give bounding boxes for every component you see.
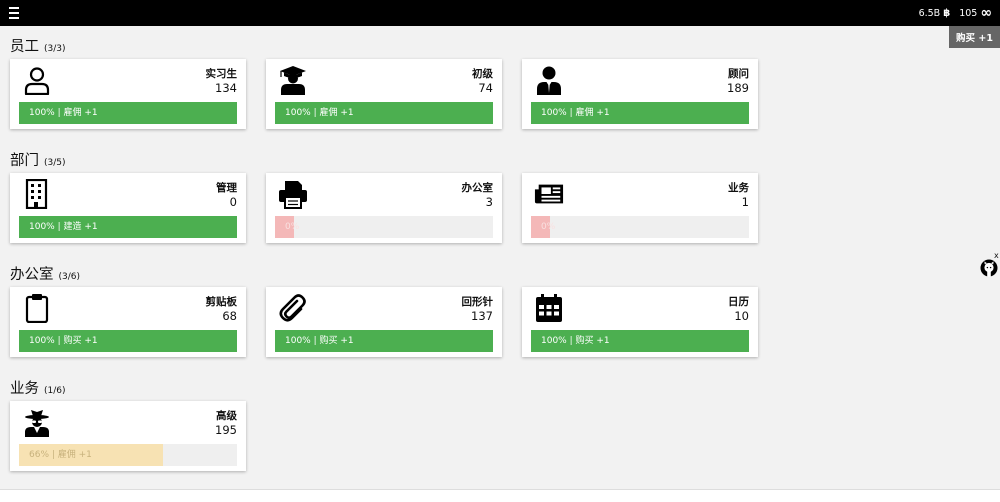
- hire-progress-button[interactable]: 100% | 雇佣 +1: [531, 102, 749, 124]
- card-title: 回形针: [461, 296, 494, 308]
- building-icon: [22, 179, 52, 209]
- person-outline-icon: [22, 65, 52, 95]
- progress-label: 100% | 购买 +1: [541, 336, 610, 346]
- currency-value: 6.5B: [918, 7, 941, 19]
- card-title: 顾问: [728, 68, 749, 80]
- card-title: 办公室: [461, 182, 494, 194]
- businessman-icon: [534, 65, 564, 95]
- infinity-icon: ∞: [980, 5, 992, 21]
- card-quantity: 74: [478, 81, 493, 95]
- progress-label: 100% | 购买 +1: [29, 336, 98, 346]
- card-title: 业务: [728, 182, 749, 194]
- build-progress-button[interactable]: 0%: [531, 216, 749, 238]
- section-count: (3/6): [58, 272, 81, 282]
- section-departments-title: 部门 (3/5): [10, 149, 66, 170]
- secondary-stat: 105 ∞: [959, 6, 992, 20]
- card-quantity: 137: [471, 309, 493, 323]
- build-progress-button[interactable]: 0%: [275, 216, 493, 238]
- buy-progress-button[interactable]: 100% | 购买 +1: [19, 330, 237, 352]
- bitcoin-icon: ฿: [943, 7, 951, 19]
- progress-label: 100% | 雇佣 +1: [29, 108, 98, 118]
- section-business-title: 业务 (1/6): [10, 377, 66, 398]
- calendar-icon: [534, 293, 564, 323]
- card-quantity: 189: [727, 81, 749, 95]
- card-senior: 高级 195 66% | 雇佣 +1: [10, 401, 246, 471]
- section-count: (3/3): [44, 44, 66, 54]
- card-management: 管理 0 100% | 建造 +1: [10, 173, 246, 243]
- section-count: (1/6): [44, 386, 66, 396]
- newspaper-icon: [534, 179, 564, 209]
- card-quantity: 10: [734, 309, 749, 323]
- section-name: 业务: [10, 381, 39, 397]
- card-business-dept: 业务 1 0%: [522, 173, 758, 243]
- section-name: 部门: [10, 153, 39, 169]
- card-quantity: 195: [215, 423, 237, 437]
- hire-progress-button[interactable]: 100% | 雇佣 +1: [19, 102, 237, 124]
- spy-icon: [22, 407, 52, 437]
- buy-progress-button[interactable]: 100% | 购买 +1: [275, 330, 493, 352]
- buy-multiplier-button[interactable]: 购买 +1: [949, 26, 1000, 48]
- section-office-title: 办公室 (3/6): [10, 263, 80, 284]
- card-title: 高级: [216, 410, 237, 422]
- buy-progress-button[interactable]: 100% | 购买 +1: [531, 330, 749, 352]
- progress-label: 0%: [541, 222, 556, 232]
- card-quantity: 134: [215, 81, 237, 95]
- paperclip-icon: [278, 293, 308, 323]
- card-clipboard: 剪贴板 68 100% | 购买 +1: [10, 287, 246, 357]
- hire-progress-button[interactable]: 100% | 雇佣 +1: [275, 102, 493, 124]
- card-title: 管理: [216, 182, 237, 194]
- hamburger-menu-icon[interactable]: [9, 7, 19, 19]
- resource-stats: 6.5B ฿ 105 ∞: [919, 0, 992, 26]
- github-icon[interactable]: [980, 259, 998, 277]
- card-consultant: 顾问 189 100% | 雇佣 +1: [522, 59, 758, 129]
- card-title: 日历: [728, 296, 749, 308]
- card-intern: 实习生 134 100% | 雇佣 +1: [10, 59, 246, 129]
- section-count: (3/5): [44, 158, 66, 168]
- section-employees-title: 员工 (3/3): [10, 35, 66, 56]
- top-bar: 6.5B ฿ 105 ∞: [0, 0, 1000, 26]
- graduate-icon: [278, 65, 308, 95]
- clipboard-icon: [22, 293, 52, 323]
- progress-label: 100% | 购买 +1: [285, 336, 354, 346]
- currency-stat: 6.5B ฿: [919, 8, 951, 19]
- card-title: 初级: [472, 68, 493, 80]
- progress-label: 66% | 雇佣 +1: [29, 450, 92, 460]
- progress-label: 100% | 雇佣 +1: [541, 108, 610, 118]
- card-junior: 初级 74 100% | 雇佣 +1: [266, 59, 502, 129]
- build-progress-button[interactable]: 100% | 建造 +1: [19, 216, 237, 238]
- card-office: 办公室 3 0%: [266, 173, 502, 243]
- card-paperclip: 回形针 137 100% | 购买 +1: [266, 287, 502, 357]
- card-quantity: 0: [229, 195, 237, 209]
- hire-progress-button[interactable]: 66% | 雇佣 +1: [19, 444, 237, 466]
- progress-label: 0%: [285, 222, 300, 232]
- card-title: 实习生: [205, 68, 238, 80]
- section-name: 员工: [10, 39, 39, 55]
- printer-icon: [278, 179, 308, 209]
- card-quantity: 3: [485, 195, 493, 209]
- card-title: 剪贴板: [205, 296, 238, 308]
- progress-label: 100% | 雇佣 +1: [285, 108, 354, 118]
- section-name: 办公室: [10, 267, 54, 283]
- secondary-value: 105: [959, 7, 978, 19]
- card-quantity: 1: [741, 195, 749, 209]
- card-quantity: 68: [222, 309, 237, 323]
- bottom-toolbar: [0, 489, 1000, 502]
- progress-label: 100% | 建造 +1: [29, 222, 98, 232]
- card-calendar: 日历 10 100% | 购买 +1: [522, 287, 758, 357]
